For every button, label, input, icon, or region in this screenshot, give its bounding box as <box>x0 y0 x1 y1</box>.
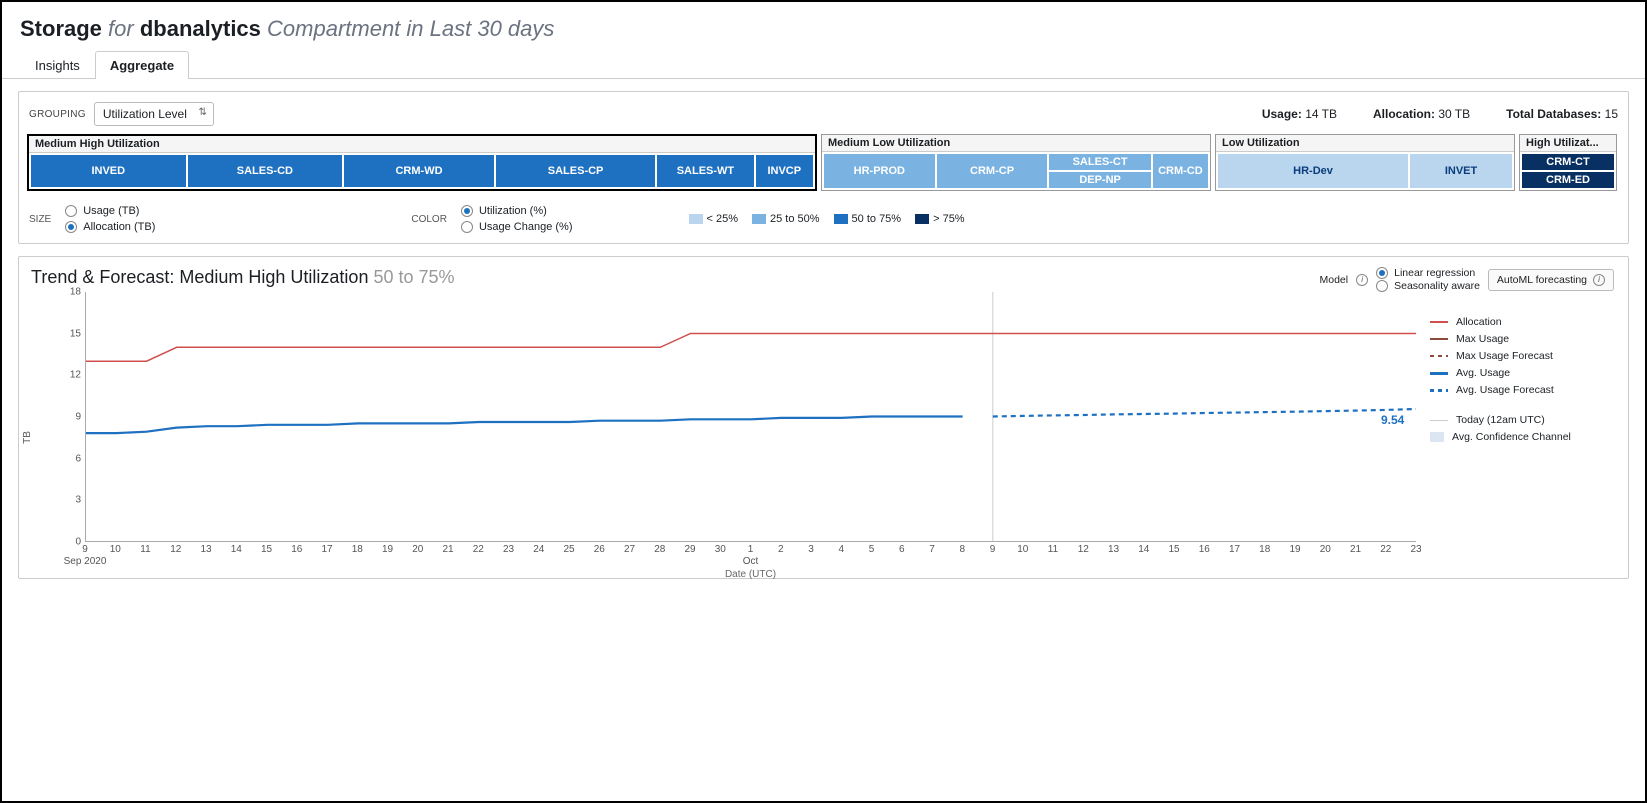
treemap-cell[interactable]: INVED <box>31 155 186 187</box>
summary-stats: Usage: 14 TB Allocation: 30 TB Total Dat… <box>1262 107 1618 121</box>
treemap-cell[interactable]: CRM-CD <box>1153 154 1208 188</box>
color-radio-utilization[interactable]: Utilization (%) <box>461 205 573 217</box>
grouping-select[interactable]: Utilization Level <box>94 102 214 126</box>
toolbar: GROUPING Utilization Level Usage: 14 TB … <box>19 92 1628 134</box>
tab-aggregate[interactable]: Aggregate <box>95 51 189 79</box>
color-buckets: < 25% 25 to 50% 50 to 75% > 75% <box>689 213 965 225</box>
chart-legend: Allocation Max Usage Max Usage Forecast … <box>1416 292 1616 572</box>
tab-insights[interactable]: Insights <box>20 51 95 79</box>
color-radio-usage-change[interactable]: Usage Change (%) <box>461 221 573 233</box>
treemap-group-medium-low[interactable]: Medium Low Utilization HR-PROD CRM-CP SA… <box>821 134 1211 191</box>
treemap-cell[interactable]: INVCP <box>756 155 813 187</box>
treemap-cell[interactable]: SALES-CP <box>496 155 655 187</box>
treemap-cell[interactable]: DEP-NP <box>1049 172 1150 188</box>
model-radio-seasonality[interactable]: Seasonality aware <box>1376 280 1480 292</box>
treemap-cell[interactable]: SALES-CD <box>188 155 343 187</box>
automl-button[interactable]: AutoML forecastingi <box>1488 269 1614 291</box>
treemap-cell[interactable]: SALES-CT <box>1049 154 1150 170</box>
treemap-cell[interactable]: INVET <box>1410 154 1512 188</box>
model-controls: Model i Linear regression Seasonality aw… <box>1320 267 1615 292</box>
treemap-cell[interactable]: CRM-WD <box>344 155 494 187</box>
treemap-cell[interactable]: HR-PROD <box>824 154 935 188</box>
info-icon: i <box>1593 274 1605 286</box>
aggregate-panel: GROUPING Utilization Level Usage: 14 TB … <box>18 91 1629 244</box>
treemap-group-low[interactable]: Low Utilization HR-Dev INVET <box>1215 134 1515 191</box>
treemap-cell[interactable]: CRM-CP <box>937 154 1048 188</box>
page-header: Storage for dbanalytics Compartment in L… <box>2 2 1645 50</box>
treemap-cell[interactable]: HR-Dev <box>1218 154 1408 188</box>
trend-chart: TB 0369121518 Date (UTC) 9Sep 2020101112… <box>31 292 1416 572</box>
treemap-cell[interactable]: SALES-WT <box>657 155 753 187</box>
size-radio-usage[interactable]: Usage (TB) <box>65 205 155 217</box>
treemap-group-medium-high[interactable]: Medium High Utilization INVED SALES-CD C… <box>27 134 817 191</box>
size-radio-allocation[interactable]: Allocation (TB) <box>65 221 155 233</box>
grouping-label: GROUPING <box>29 109 86 120</box>
treemap-cell[interactable]: CRM-CT <box>1522 154 1614 170</box>
treemap-legend: SIZE Usage (TB) Allocation (TB) COLOR Ut… <box>19 199 1628 243</box>
info-icon[interactable]: i <box>1356 274 1368 286</box>
trend-panel: Trend & Forecast: Medium High Utilizatio… <box>18 256 1629 579</box>
treemap-group-high[interactable]: High Utilizat... CRM-CT CRM-ED <box>1519 134 1617 191</box>
treemap-cell[interactable]: CRM-ED <box>1522 172 1614 188</box>
model-radio-linear[interactable]: Linear regression <box>1376 267 1480 279</box>
treemap: Medium High Utilization INVED SALES-CD C… <box>19 134 1628 199</box>
tabs: Insights Aggregate <box>2 50 1645 79</box>
page-title: Storage for dbanalytics Compartment in L… <box>20 16 1627 42</box>
